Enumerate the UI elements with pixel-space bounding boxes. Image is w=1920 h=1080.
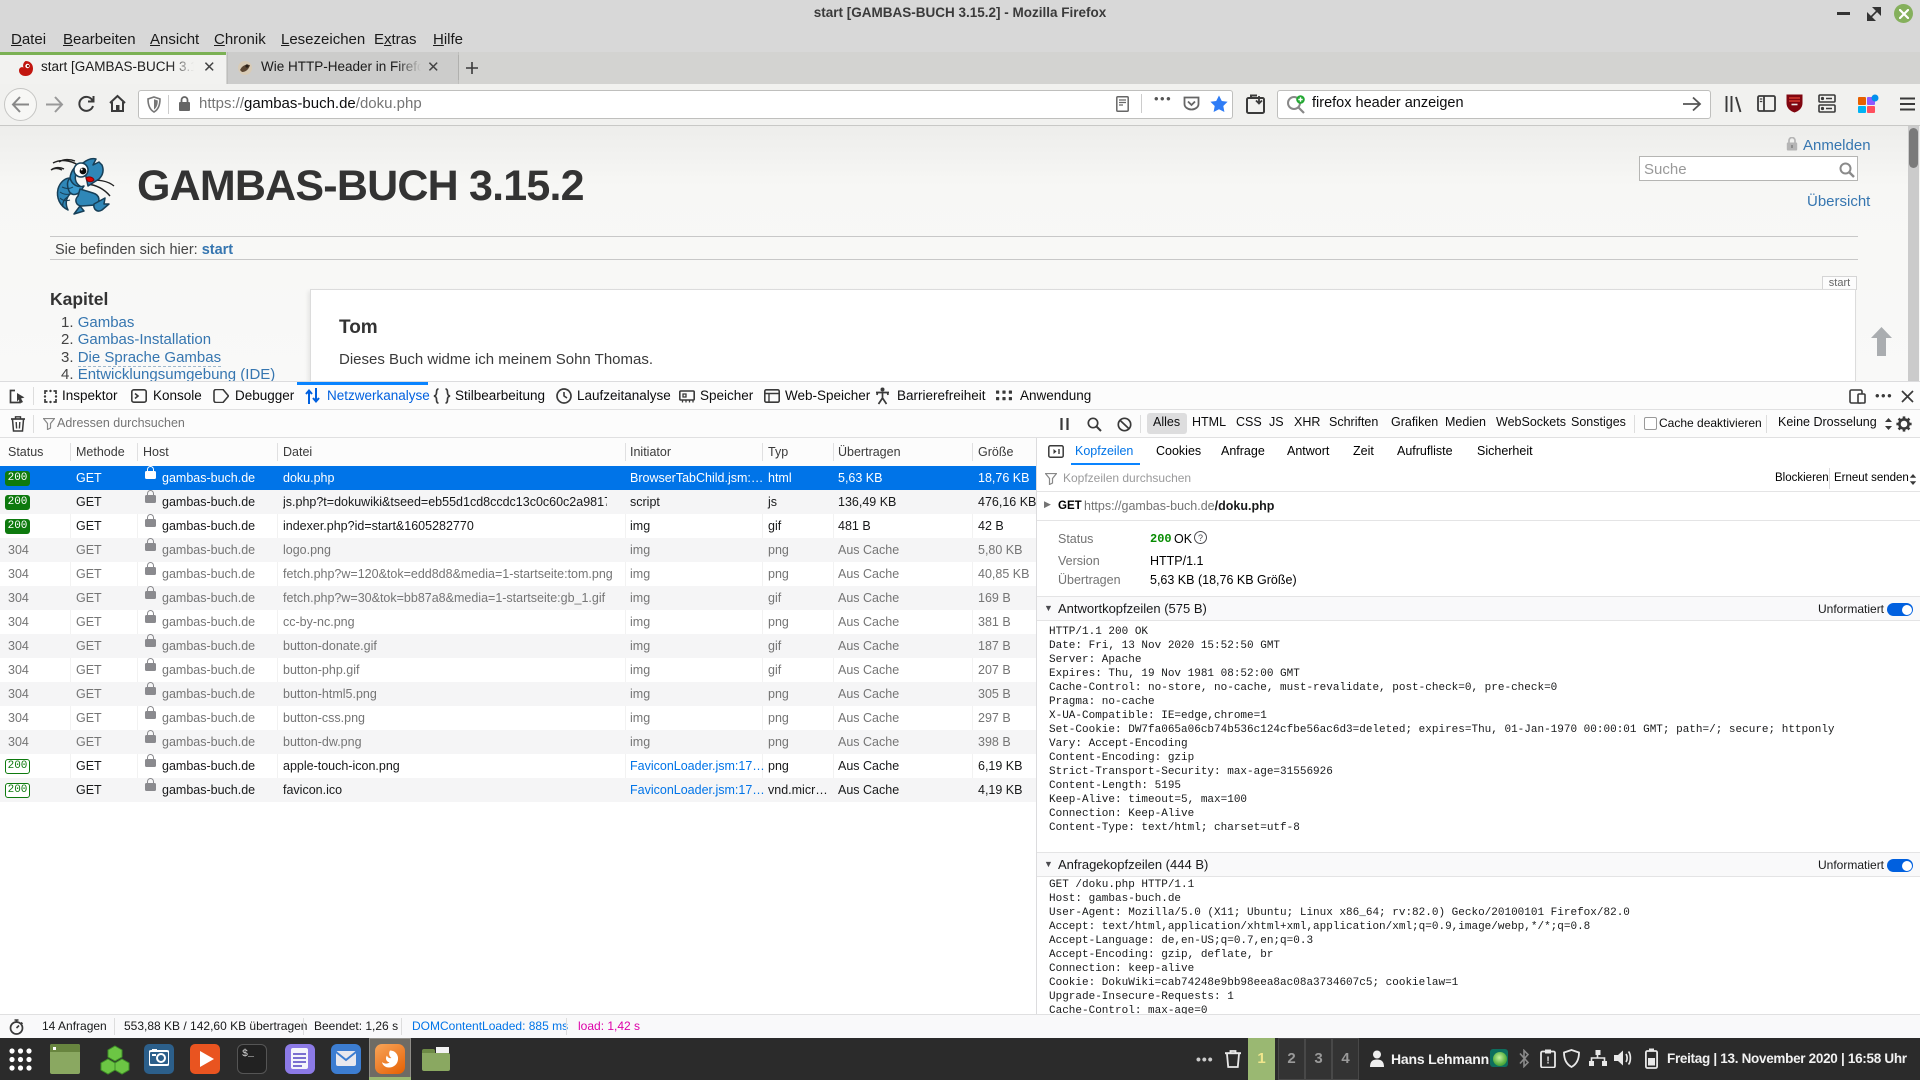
svg-text:!: ! (1546, 1056, 1549, 1067)
